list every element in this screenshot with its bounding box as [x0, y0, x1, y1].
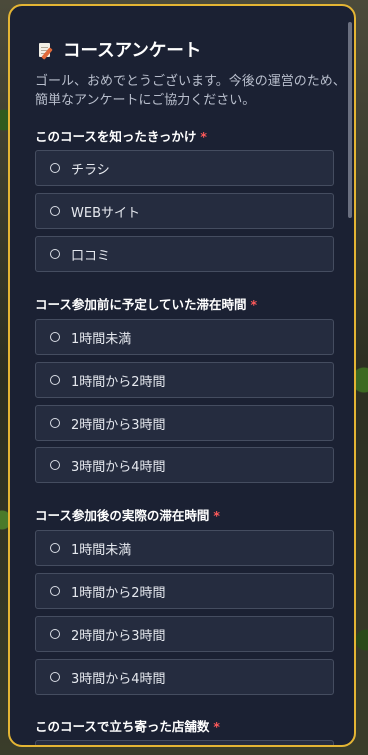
question-label: このコースで立ち寄った店舗数 *	[35, 719, 220, 734]
option-label: 3時間から4時間	[71, 459, 166, 475]
option-radio[interactable]: 2時間から3時間	[35, 616, 334, 652]
radio-circle-icon	[50, 418, 60, 428]
survey-header: コースアンケート	[38, 37, 201, 62]
option-label: チラシ	[71, 162, 110, 178]
radio-circle-icon	[50, 672, 60, 682]
survey-subtitle: ゴール、おめでとうございます。今後の運営のため、簡単なアンケートにご協力ください…	[35, 74, 346, 108]
option-label: 2時間から3時間	[71, 628, 166, 644]
question-label: このコースを知ったきっかけ *	[35, 129, 207, 144]
option-radio[interactable]: WEBサイト	[35, 193, 334, 229]
radio-circle-icon	[50, 375, 60, 385]
option-label: 1時間から2時間	[71, 585, 166, 601]
option-label: WEBサイト	[71, 205, 140, 221]
option-radio[interactable]: 1時間未満	[35, 530, 334, 566]
radio-circle-icon	[50, 629, 60, 639]
memo-icon	[38, 41, 54, 60]
radio-circle-icon	[50, 249, 60, 259]
radio-circle-icon	[50, 332, 60, 342]
question-label: コース参加前に予定していた滞在時間 *	[35, 297, 258, 312]
radio-circle-icon	[50, 163, 60, 173]
radio-circle-icon	[50, 543, 60, 553]
option-label: 口コミ	[71, 248, 111, 264]
scrollbar-thumb[interactable]	[348, 22, 352, 218]
question-label: コース参加後の実際の滞在時間 *	[35, 508, 220, 523]
radio-circle-icon	[50, 206, 60, 216]
option-label: 1時間未満	[71, 542, 132, 558]
survey-title: コースアンケート	[63, 41, 202, 61]
survey-panel[interactable]: コースアンケート ゴール、おめでとうございます。今後の運営のため、簡単なアンケー…	[8, 4, 356, 747]
required-mark: *	[250, 297, 258, 312]
required-mark: *	[213, 719, 220, 734]
required-mark: *	[200, 129, 207, 144]
option-radio[interactable]: 3時間から4時間	[35, 447, 334, 483]
radio-circle-icon	[50, 586, 60, 596]
option-radio[interactable]: 1時間から2時間	[35, 573, 334, 609]
option-radio[interactable]: 1時間未満	[35, 319, 334, 355]
option-label: 1時間未満	[71, 331, 132, 347]
option-radio[interactable]: 3時間から4時間	[35, 659, 334, 695]
option-label: 2時間から3時間	[71, 417, 166, 433]
required-mark: *	[213, 508, 220, 523]
option-radio[interactable]: チラシ	[35, 150, 334, 186]
scrollbar[interactable]	[347, 18, 352, 740]
option-radio[interactable]: 口コミ	[35, 236, 334, 272]
option-radio[interactable]	[35, 740, 334, 745]
option-radio[interactable]: 1時間から2時間	[35, 362, 334, 398]
option-radio[interactable]: 2時間から3時間	[35, 405, 334, 441]
option-label: 1時間から2時間	[71, 374, 166, 390]
option-label: 3時間から4時間	[71, 671, 166, 687]
radio-circle-icon	[50, 460, 60, 470]
